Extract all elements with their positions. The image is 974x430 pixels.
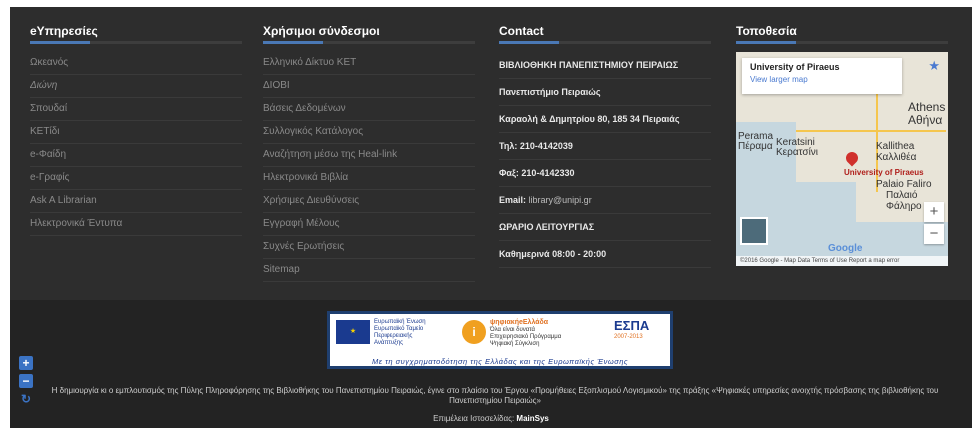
save-star-icon[interactable]: ★: [928, 58, 940, 74]
services-column: eΥπηρεσίες Ωκεανός Διώνη Σπουδαί ΚΕΤίδι …: [30, 21, 242, 236]
site-credit: Επιμέλεια Ιστοσελίδας: MainSys: [10, 414, 972, 423]
eu-title: Ευρωπαϊκή Ένωση: [374, 319, 426, 325]
map-label: Αθήνα: [908, 113, 943, 127]
links-column: Χρήσιμοι σύνδεσμοι Ελληνικό Δίκτυο ΚΕΤ Δ…: [263, 21, 475, 282]
links-item[interactable]: Αναζήτηση μέσω της Heal-link: [263, 144, 475, 167]
location-title: Τοποθεσία: [736, 24, 797, 38]
banner-caption: Με τη συγχρηματοδότηση της Ελλάδας και τ…: [371, 357, 629, 366]
links-item[interactable]: Συλλογικός Κατάλογος: [263, 121, 475, 144]
map-label: Καλλιθέα: [876, 152, 917, 163]
services-link-efaidi[interactable]: e-Φαίδη: [30, 144, 242, 167]
map-zoom-in-button[interactable]: +: [924, 202, 944, 222]
contact-fax: Φαξ: 210-4142330: [499, 160, 711, 187]
map-label: Φάληρο: [886, 201, 922, 212]
digital-greece-text: ψηφιακήeΕλλάδα Όλα είναι δυνατά Επιχειρη…: [490, 319, 580, 348]
links-item[interactable]: Συχνές Ερωτήσεις: [263, 236, 475, 259]
digital-note: Επιχειρησιακό Πρόγραμμα Ψηφιακή Σύγκλιση: [490, 334, 562, 347]
google-logo: Google: [828, 243, 863, 254]
links-title: Χρήσιμοι σύνδεσμοι: [263, 24, 380, 38]
espa-years: 2007-2013: [614, 334, 643, 340]
digital-greece-icon: i: [462, 320, 486, 344]
digital-sub: Όλα είναι δυνατά: [490, 327, 536, 333]
contact-title: Contact: [499, 24, 544, 38]
eu-sub: Ευρωπαϊκό Ταμείο Περιφερειακής Ανάπτυξης: [374, 326, 424, 346]
contact-hours-title: ΩΡΑΡΙΟ ΛΕΙΤΟΥΡΓΙΑΣ: [499, 214, 711, 241]
satellite-toggle-button[interactable]: [740, 217, 768, 245]
font-increase-button[interactable]: +: [19, 356, 33, 370]
contact-hours: Καθημερινά 08:00 - 20:00: [499, 241, 711, 268]
view-larger-map-link[interactable]: View larger map: [750, 75, 894, 84]
map-zoom-out-button[interactable]: −: [924, 224, 944, 244]
links-item[interactable]: Εγγραφή Μέλους: [263, 213, 475, 236]
map-label: Kallithea: [876, 141, 915, 152]
map-label: Παλαιό: [886, 190, 918, 201]
map-pin-label: University of Piraeus: [844, 168, 924, 177]
contact-university: Πανεπιστήμιο Πειραιώς: [499, 79, 711, 106]
links-rule: [263, 41, 475, 44]
services-link-ketid[interactable]: ΚΕΤίδι: [30, 121, 242, 144]
links-item[interactable]: Χρήσιμες Διευθύνσεις: [263, 190, 475, 213]
eu-flag-icon: ★: [336, 320, 370, 344]
links-item[interactable]: Ηλεκτρονικά Βιβλία: [263, 167, 475, 190]
services-link-egrafis[interactable]: e-Γραφίς: [30, 167, 242, 190]
services-link-dioni[interactable]: Διώνη: [30, 75, 242, 98]
services-link-ask-librarian[interactable]: Ask A Librarian: [30, 190, 242, 213]
project-note: Η δημιουργία κι ο εμπλουτισμός της Πύλης…: [51, 386, 939, 405]
contact-email-label: Email:: [499, 195, 527, 205]
map-attribution[interactable]: ©2016 Google - Map Data Terms of Use Rep…: [736, 256, 948, 266]
services-link-okeanos[interactable]: Ωκεανός: [30, 52, 242, 75]
map-label: Πέραμα: [738, 141, 773, 152]
links-item[interactable]: ΔΙΟΒΙ: [263, 75, 475, 98]
credit-label: Επιμέλεια Ιστοσελίδας:: [433, 414, 515, 423]
footer-bottom: ★ Ευρωπαϊκή Ένωση Ευρωπαϊκό Ταμείο Περιφ…: [10, 300, 972, 428]
contact-email-link[interactable]: library@unipi.gr: [529, 195, 592, 205]
map-label: Athens: [908, 100, 946, 114]
map-road: [796, 130, 946, 132]
services-title: eΥπηρεσίες: [30, 24, 98, 38]
footer-frame: eΥπηρεσίες Ωκεανός Διώνη Σπουδαί ΚΕΤίδι …: [10, 7, 972, 428]
location-column: Τοποθεσία University of Piraeus View lar…: [736, 21, 948, 266]
google-map[interactable]: University of Piraeus View larger map ★ …: [736, 52, 948, 266]
contact-email: Email: library@unipi.gr: [499, 187, 711, 214]
contact-phone: Τηλ: 210-4142039: [499, 133, 711, 160]
map-label: Κερατσίνι: [776, 147, 819, 158]
digital-title: ψηφιακήeΕλλάδα: [490, 319, 549, 326]
services-link-e-print[interactable]: Ηλεκτρονικά Έντυπα: [30, 213, 242, 236]
espa-logo: ΕΣΠΑ: [614, 318, 650, 333]
services-link-spoudai[interactable]: Σπουδαί: [30, 98, 242, 121]
footer-top: eΥπηρεσίες Ωκεανός Διώνη Σπουδαί ΚΕΤίδι …: [10, 7, 972, 300]
map-place-name: University of Piraeus: [750, 62, 840, 72]
credit-link[interactable]: MainSys: [516, 414, 548, 423]
location-rule: [736, 41, 948, 44]
links-item[interactable]: Βάσεις Δεδομένων: [263, 98, 475, 121]
contact-rule: [499, 41, 711, 44]
eu-text: Ευρωπαϊκή Ένωση Ευρωπαϊκό Ταμείο Περιφερ…: [374, 319, 434, 347]
links-item-sitemap[interactable]: Sitemap: [263, 259, 475, 282]
contact-address: Καραολή & Δημητρίου 80, 185 34 Πειραιάς: [499, 106, 711, 133]
map-label: Palaio Faliro: [876, 179, 932, 190]
links-item[interactable]: Ελληνικό Δίκτυο ΚΕΤ: [263, 52, 475, 75]
map-place-card: University of Piraeus View larger map: [742, 58, 902, 94]
services-rule: [30, 41, 242, 44]
funding-banner: ★ Ευρωπαϊκή Ένωση Ευρωπαϊκό Ταμείο Περιφ…: [327, 311, 673, 369]
contact-column: Contact ΒΙΒΛΙΟΘΗΚΗ ΠΑΝΕΠΙΣΤΗΜΙΟΥ ΠΕΙΡΑΙΩ…: [499, 21, 711, 268]
contact-library: ΒΙΒΛΙΟΘΗΚΗ ΠΑΝΕΠΙΣΤΗΜΙΟΥ ΠΕΙΡΑΙΩΣ: [499, 52, 711, 79]
